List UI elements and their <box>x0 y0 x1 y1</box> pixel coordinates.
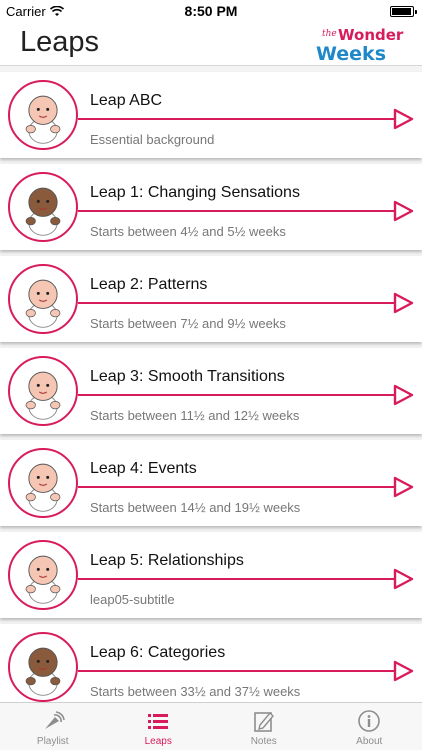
tab-label: Leaps <box>144 736 172 747</box>
leap-row[interactable]: Leap 4: Events Starts between 14½ and 19… <box>0 440 422 526</box>
leap-title: Leap 1: Changing Sensations <box>90 184 300 201</box>
list-icon <box>148 714 169 729</box>
tab-label: Notes <box>250 736 277 747</box>
tab-label: Playlist <box>36 736 69 747</box>
chevron-right-icon <box>393 568 414 590</box>
svg-text:Weeks: Weeks <box>316 43 386 64</box>
leap-title: Leap ABC <box>90 92 163 109</box>
leap-row[interactable]: Leap 2: Patterns Starts between 7½ and 9… <box>0 256 422 342</box>
leap-title: Leap 4: Events <box>90 460 197 477</box>
tab-label: About <box>356 736 383 747</box>
leap-title: Leap 6: Categories <box>90 644 226 661</box>
chevron-right-icon <box>393 108 414 130</box>
baby-avatar-icon <box>8 80 78 150</box>
leap-subtitle: Starts between 4½ and 5½ weeks <box>90 224 286 239</box>
leap-row[interactable]: Leap 3: Smooth Transitions Starts betwee… <box>0 348 422 434</box>
baby-avatar-icon <box>8 448 78 518</box>
baby-avatar-icon <box>8 264 78 334</box>
info-icon <box>358 710 381 732</box>
leap-row[interactable]: Leap 1: Changing Sensations Starts betwe… <box>0 164 422 250</box>
chevron-right-icon <box>393 292 414 314</box>
leap-timeline-line <box>78 210 404 212</box>
tab-playlist[interactable]: Playlist <box>0 703 106 750</box>
leap-timeline-line <box>78 394 404 396</box>
baby-avatar-icon <box>8 632 78 702</box>
tab-about[interactable]: About <box>317 703 422 750</box>
leap-timeline-line <box>78 578 404 580</box>
leap-row[interactable]: Leap 6: Categories Starts between 33½ an… <box>0 624 422 702</box>
leap-subtitle: Starts between 14½ and 19½ weeks <box>90 500 301 515</box>
chevron-right-icon <box>393 200 414 222</box>
baby-avatar-icon <box>8 356 78 426</box>
leap-subtitle: Starts between 7½ and 9½ weeks <box>90 316 286 331</box>
leap-title: Leap 2: Patterns <box>90 276 208 293</box>
chevron-right-icon <box>393 660 414 682</box>
nav-bar: Leaps the Wonder Weeks <box>0 22 422 66</box>
tab-leaps[interactable]: Leaps <box>106 703 212 750</box>
leap-timeline-line <box>78 670 404 672</box>
leap-subtitle: leap05-subtitle <box>90 592 175 607</box>
battery-icon <box>390 6 417 17</box>
leap-subtitle: Starts between 33½ and 37½ weeks <box>90 684 301 699</box>
battery-level <box>392 8 411 15</box>
tab-notes[interactable]: Notes <box>211 703 317 750</box>
tab-bar: Playlist Leaps Notes About <box>0 702 422 750</box>
chevron-right-icon <box>393 384 414 406</box>
chevron-right-icon <box>393 476 414 498</box>
status-time: 8:50 PM <box>184 3 238 19</box>
leap-title: Leap 3: Smooth Transitions <box>90 368 285 385</box>
playlist-icon <box>44 711 65 729</box>
baby-avatar-icon <box>8 540 78 610</box>
leap-timeline-line <box>78 302 404 304</box>
svg-text:the: the <box>322 29 337 39</box>
leap-timeline-line <box>78 486 404 488</box>
notes-icon <box>253 711 274 732</box>
page-title: Leaps <box>20 26 100 58</box>
leap-row[interactable]: Leap ABC Essential background <box>0 72 422 158</box>
leaps-list[interactable]: Leap ABC Essential background Leap 1: Ch… <box>0 66 422 702</box>
status-bar: Carrier 8:50 PM <box>0 0 422 22</box>
leap-title: Leap 5: Relationships <box>90 552 244 569</box>
leap-timeline-line <box>78 118 404 120</box>
baby-avatar-icon <box>8 172 78 242</box>
svg-text:Wonder: Wonder <box>338 26 404 44</box>
leap-row[interactable]: Leap 5: Relationships leap05-subtitle <box>0 532 422 618</box>
leap-subtitle: Starts between 11½ and 12½ weeks <box>90 408 300 423</box>
wonder-weeks-logo: the Wonder Weeks <box>316 26 404 64</box>
leap-subtitle: Essential background <box>90 132 215 147</box>
